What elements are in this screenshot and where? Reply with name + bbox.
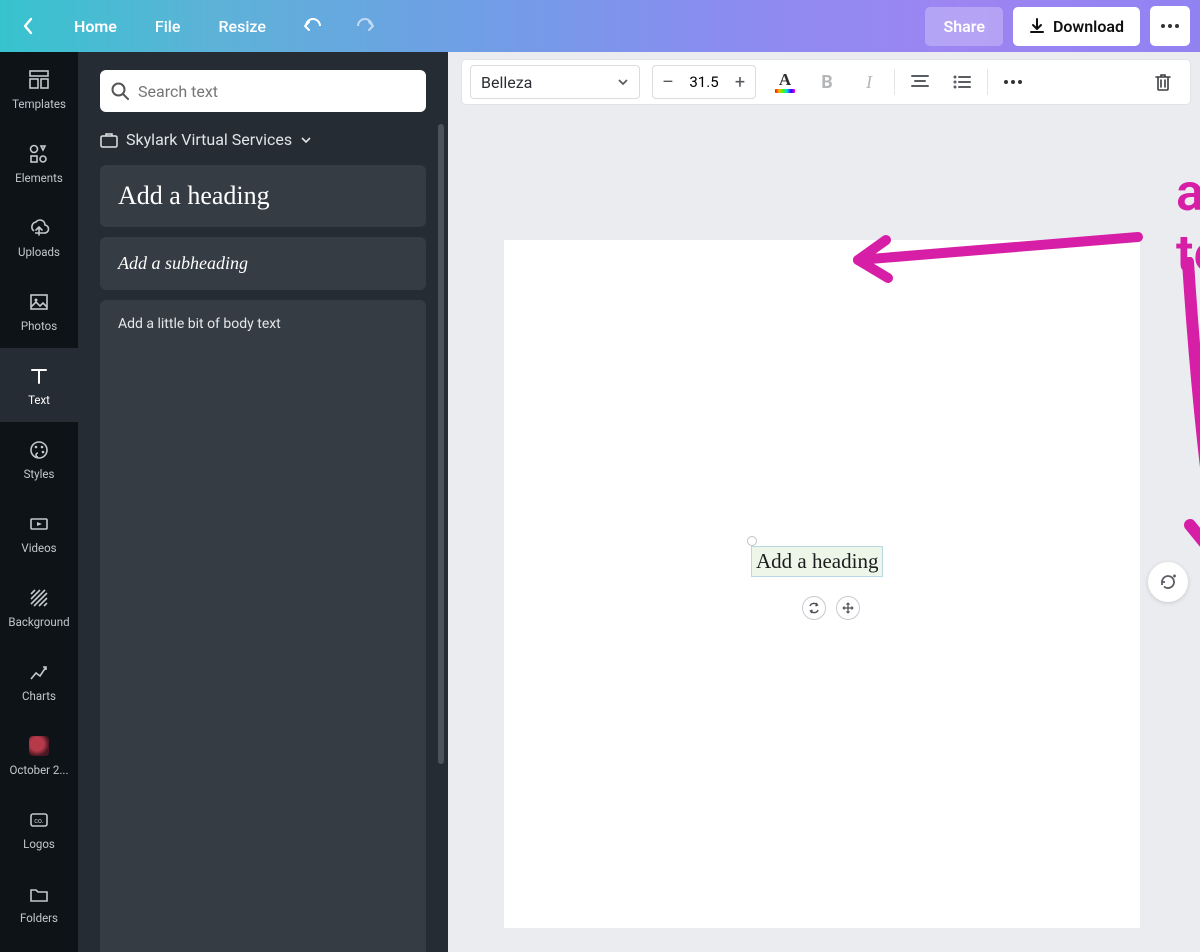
add-heading-button[interactable]: Add a heading (100, 165, 426, 227)
file-menu[interactable]: File (145, 11, 191, 42)
text-color-button[interactable]: A (766, 65, 804, 99)
decrease-font-button[interactable]: – (653, 66, 683, 98)
rail-styles[interactable]: Styles (0, 422, 78, 496)
chevron-down-icon (300, 134, 312, 146)
resize-menu[interactable]: Resize (208, 11, 275, 42)
rail-elements-label: Elements (15, 171, 63, 185)
list-icon (952, 74, 972, 90)
rail-elements[interactable]: Elements (0, 126, 78, 200)
redo-button[interactable] (348, 8, 384, 44)
rail-october-label: October 2... (9, 763, 68, 777)
font-name: Belleza (481, 73, 532, 92)
delete-button[interactable] (1144, 65, 1182, 99)
canvas-area: Belleza – + A B I (448, 52, 1200, 952)
trash-icon (1154, 72, 1172, 92)
chevron-down-icon (617, 76, 629, 88)
bold-button[interactable]: B (808, 65, 846, 99)
download-button[interactable]: Download (1013, 7, 1140, 46)
briefcase-icon (100, 132, 118, 148)
align-icon (910, 74, 930, 90)
rail-logos-label: Logos (23, 837, 55, 851)
text-panel: Skylark Virtual Services Add a heading A… (78, 52, 448, 952)
home-button[interactable]: Home (64, 11, 127, 42)
rail-folders-label: Folders (20, 911, 58, 925)
font-size-group: – + (652, 65, 756, 99)
rail-october[interactable]: October 2... (0, 718, 78, 792)
brand-kit-dropdown[interactable]: Skylark Virtual Services (100, 130, 426, 149)
videos-icon (27, 512, 51, 536)
search-icon (110, 81, 130, 101)
rail-logos[interactable]: co. Logos (0, 792, 78, 866)
element-controls (802, 596, 860, 620)
rail-uploads[interactable]: Uploads (0, 200, 78, 274)
italic-button[interactable]: I (850, 65, 888, 99)
rail-templates[interactable]: Templates (0, 52, 78, 126)
rail-folders[interactable]: Folders (0, 866, 78, 940)
back-button[interactable] (10, 8, 46, 44)
brand-name: Skylark Virtual Services (126, 130, 292, 149)
styles-icon (27, 438, 51, 462)
rail-background[interactable]: Background (0, 570, 78, 644)
text-color-icon: A (775, 71, 795, 93)
share-button[interactable]: Share (925, 7, 1003, 46)
more-text-options-button[interactable] (994, 65, 1032, 99)
annotation-arrow-2 (1168, 257, 1200, 577)
rail-videos[interactable]: Videos (0, 496, 78, 570)
rail-photos[interactable]: Photos (0, 274, 78, 348)
annotation-arrow-1 (808, 212, 1148, 292)
elements-icon (27, 142, 51, 166)
list-button[interactable] (943, 65, 981, 99)
rail-charts[interactable]: Charts (0, 644, 78, 718)
text-icon (27, 364, 51, 388)
charts-icon (27, 660, 51, 684)
rail-text-label: Text (28, 393, 50, 407)
rail-charts-label: Charts (22, 689, 56, 703)
sync-button[interactable] (802, 596, 826, 620)
more-icon (1004, 80, 1022, 84)
search-input[interactable] (138, 82, 416, 101)
top-bar: Home File Resize Share Download (0, 0, 1200, 52)
context-toolbar: Belleza – + A B I (462, 60, 1190, 104)
rail-styles-label: Styles (24, 467, 55, 481)
logos-icon: co. (27, 808, 51, 832)
rail-videos-label: Videos (21, 541, 56, 555)
background-icon (27, 586, 51, 610)
add-body-text-button[interactable]: Add a little bit of body text (100, 300, 426, 952)
uploads-icon (27, 216, 51, 240)
move-icon (842, 602, 854, 614)
download-label: Download (1053, 17, 1124, 36)
rotation-handle[interactable] (747, 536, 757, 546)
rail-background-label: Background (8, 615, 69, 629)
font-family-select[interactable]: Belleza (470, 65, 640, 99)
rail-templates-label: Templates (12, 97, 66, 111)
svg-text:co.: co. (34, 817, 44, 825)
photos-icon (27, 290, 51, 314)
folder-thumb-icon (27, 734, 51, 758)
rail-text[interactable]: Text (0, 348, 78, 422)
more-icon (1161, 24, 1179, 28)
rail-photos-label: Photos (21, 319, 57, 333)
add-subheading-button[interactable]: Add a subheading (100, 237, 426, 290)
alignment-button[interactable] (901, 65, 939, 99)
increase-font-button[interactable]: + (725, 66, 755, 98)
undo-button[interactable] (294, 8, 330, 44)
panel-scrollbar[interactable] (438, 124, 444, 784)
selected-text-element[interactable]: Add a heading (751, 546, 883, 577)
sync-icon (808, 602, 820, 614)
rail-uploads-label: Uploads (18, 245, 60, 259)
search-box[interactable] (100, 70, 426, 112)
move-button[interactable] (836, 596, 860, 620)
canvas-page[interactable]: Add a heading (504, 240, 1140, 928)
folders-icon (27, 882, 51, 906)
download-icon (1029, 18, 1045, 34)
left-rail: Templates Elements Uploads Photos Text (0, 52, 78, 952)
more-menu-button[interactable] (1150, 6, 1190, 46)
font-size-input[interactable] (683, 73, 725, 91)
templates-icon (27, 68, 51, 92)
